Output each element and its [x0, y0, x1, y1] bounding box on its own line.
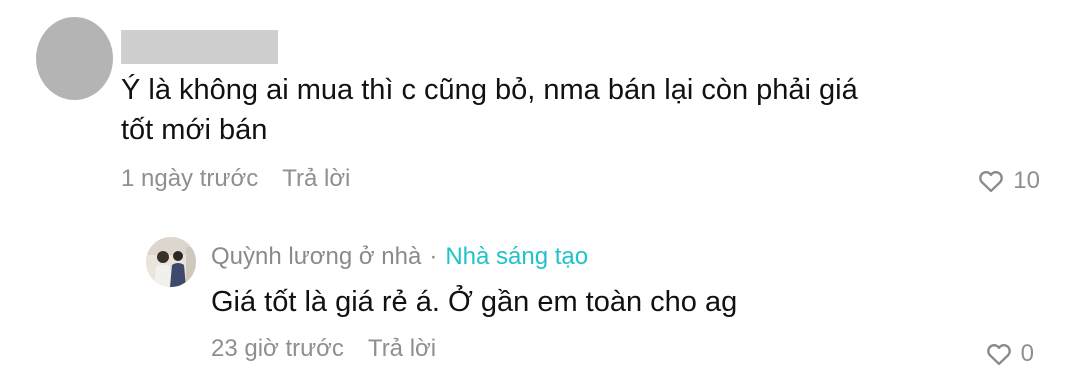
comment-timestamp: 1 ngày trước [121, 165, 259, 192]
heart-outline-icon [979, 171, 1004, 193]
reply-like-count: 0 [1020, 340, 1034, 367]
reply-avatar[interactable] [146, 237, 196, 287]
comment-text: Ý là không ai mua thì c cũng bỏ, nma bán… [121, 74, 858, 146]
comment-thread: Ý là không ai mua thì c cũng bỏ, nma bán… [0, 0, 1074, 388]
comment-meta: 1 ngày trước Trả lời [121, 165, 350, 193]
username-redacted[interactable] [121, 30, 278, 64]
heart-outline-icon [986, 344, 1011, 366]
reply-like-button[interactable]: 0 [985, 340, 1034, 368]
reply-timestamp: 23 giờ trước [211, 335, 344, 362]
avatar-photo [146, 237, 196, 287]
reply-meta: 23 giờ trước Trả lời [211, 335, 436, 363]
reply-button[interactable]: Trả lời [282, 165, 350, 193]
avatar[interactable] [36, 17, 113, 100]
reply-username[interactable]: Quỳnh lương ở nhà [211, 243, 421, 271]
like-button[interactable]: 10 [977, 167, 1040, 195]
reply-to-reply-button[interactable]: Trả lời [368, 335, 436, 363]
reply-header: Quỳnh lương ở nhà · Nhà sáng tạo [211, 243, 588, 271]
separator-dot: · [429, 243, 438, 270]
like-count: 10 [1013, 167, 1040, 194]
creator-badge: Nhà sáng tạo [445, 243, 589, 270]
reply-text: Giá tốt là giá rẻ á. Ở gần em toàn cho a… [211, 286, 738, 318]
